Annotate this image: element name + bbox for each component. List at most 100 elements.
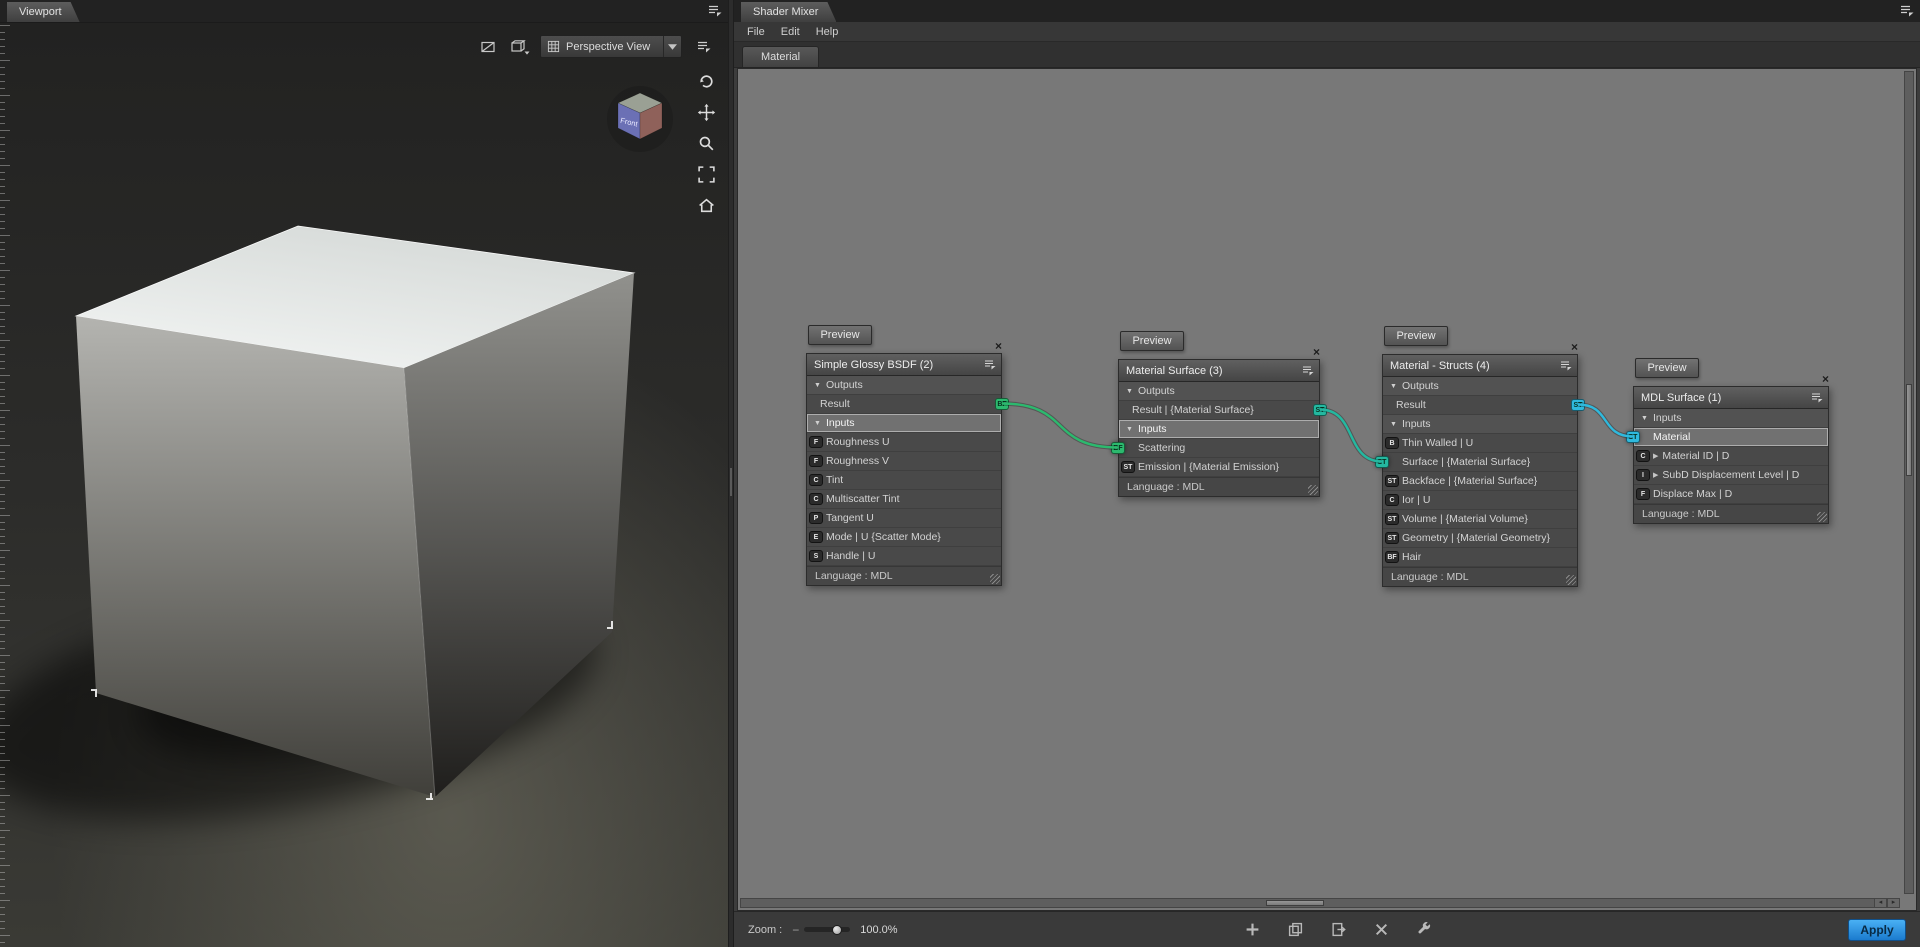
port-type-badge[interactable]: ST [1385, 475, 1399, 487]
node-menu-icon[interactable] [1811, 392, 1823, 403]
horizontal-scrollbar-handle[interactable] [1266, 900, 1325, 906]
node-connection-wire[interactable] [1319, 408, 1383, 463]
node-title-bar[interactable]: Material - Structs (4) [1383, 355, 1577, 377]
orbit-tool-button[interactable] [693, 69, 719, 93]
node-menu-icon[interactable] [984, 359, 996, 370]
node-port-row[interactable]: C Multiscatter Tint [807, 490, 1001, 509]
port-type-badge[interactable]: I [1636, 469, 1650, 481]
node-port-row[interactable]: C Tint [807, 471, 1001, 490]
frame-tool-button[interactable] [693, 162, 719, 186]
node-port-row[interactable]: ST Backface | {Material Surface} [1383, 472, 1577, 491]
node-menu-icon[interactable] [1560, 360, 1572, 371]
node-section-row[interactable]: ▼ Inputs [1119, 420, 1319, 439]
node-title-bar[interactable]: MDL Surface (1) [1634, 387, 1828, 409]
node-section-row[interactable]: ▼ Inputs [1383, 415, 1577, 434]
vertical-scrollbar[interactable] [1904, 71, 1914, 894]
node-tools-button[interactable] [1416, 921, 1434, 939]
menu-file[interactable]: File [739, 24, 773, 40]
shader-node[interactable]: × Simple Glossy BSDF (2) ▼ Outputs BF Result ▼… [806, 340, 1009, 586]
horizontal-scrollbar[interactable] [740, 898, 1884, 908]
port-type-badge[interactable]: S [809, 550, 823, 562]
port-type-badge[interactable]: F [809, 436, 823, 448]
port-type-badge[interactable]: BF [1111, 442, 1125, 454]
panel-splitter[interactable] [728, 0, 734, 947]
node-port-row[interactable]: C ▶ Material ID | D [1634, 447, 1828, 466]
preview-button[interactable]: Preview [808, 325, 872, 345]
close-node-icon[interactable]: × [1571, 341, 1578, 353]
node-port-row[interactable]: ST Surface | {Material Surface} [1375, 453, 1577, 472]
port-type-badge[interactable]: P [809, 512, 823, 524]
node-connection-wire[interactable] [1577, 403, 1634, 438]
port-type-badge[interactable]: C [809, 493, 823, 505]
shader-node[interactable]: × Material - Structs (4) ▼ Outputs ST Result ▼… [1375, 341, 1585, 587]
node-port-row[interactable]: BF Hair [1383, 548, 1577, 567]
node-port-row[interactable]: ST Result [1383, 396, 1585, 415]
delete-node-button[interactable] [1373, 921, 1391, 939]
node-port-row[interactable]: BF Result [807, 395, 1009, 414]
node-section-row[interactable]: ▼ Outputs [1383, 377, 1577, 396]
node-section-row[interactable]: ▼ Inputs [1634, 409, 1828, 428]
menu-help[interactable]: Help [808, 24, 847, 40]
node-menu-icon[interactable] [1302, 365, 1314, 376]
port-type-badge[interactable]: F [1636, 488, 1650, 500]
expander-icon[interactable]: ▶ [1653, 471, 1658, 479]
menu-edit[interactable]: Edit [773, 24, 808, 40]
zoom-slider-knob[interactable] [832, 924, 843, 935]
apply-button[interactable]: Apply [1848, 918, 1906, 941]
port-type-badge[interactable]: ST [1385, 513, 1399, 525]
node-title-bar[interactable]: Material Surface (3) [1119, 360, 1319, 382]
port-type-badge[interactable]: ST [1626, 431, 1640, 443]
viewport-tab[interactable]: Viewport [7, 2, 80, 22]
node-section-row[interactable]: ▼ Inputs [807, 414, 1001, 433]
port-type-badge[interactable]: ST [1375, 456, 1389, 468]
close-node-icon[interactable]: × [995, 340, 1002, 352]
shader-mixer-tab[interactable]: Shader Mixer [741, 2, 836, 22]
panel-menu-icon[interactable] [1900, 4, 1914, 17]
resize-grip-icon[interactable] [1566, 575, 1576, 585]
zoom-tool-button[interactable] [693, 131, 719, 155]
node-section-row[interactable]: ▼ Outputs [807, 376, 1001, 395]
port-type-badge[interactable]: ST [1571, 399, 1585, 411]
node-port-row[interactable]: BF Scattering [1111, 439, 1319, 458]
node-port-row[interactable]: ST Emission | {Material Emission} [1119, 458, 1319, 477]
shader-node[interactable]: × MDL Surface (1) ▼ Inputs ST Material C ▶ Mater… [1626, 373, 1829, 524]
pan-tool-button[interactable] [693, 100, 719, 124]
port-type-badge[interactable]: B [1385, 437, 1399, 449]
node-port-row[interactable]: F Roughness V [807, 452, 1001, 471]
port-type-badge[interactable]: BF [995, 398, 1009, 410]
port-type-badge[interactable]: ST [1385, 532, 1399, 544]
zoom-slider[interactable] [804, 924, 851, 935]
node-port-row[interactable]: E Mode | U {Scatter Mode} [807, 528, 1001, 547]
camera-view-dropdown[interactable]: Perspective View [540, 35, 682, 58]
node-port-row[interactable]: P Tangent U [807, 509, 1001, 528]
scroll-left-button[interactable]: ◂ [1874, 898, 1887, 908]
resize-grip-icon[interactable] [1308, 485, 1318, 495]
node-section-row[interactable]: ▼ Outputs [1119, 382, 1319, 401]
viewport-options-menu-icon[interactable] [692, 36, 716, 58]
expander-icon[interactable]: ▶ [1653, 452, 1658, 460]
close-node-icon[interactable]: × [1313, 346, 1320, 358]
node-port-row[interactable]: S Handle | U [807, 547, 1001, 566]
node-title-bar[interactable]: Simple Glossy BSDF (2) [807, 354, 1001, 376]
scroll-right-button[interactable]: ▸ [1887, 898, 1900, 908]
port-type-badge[interactable]: ST [1121, 461, 1135, 473]
node-port-row[interactable]: C Ior | U [1383, 491, 1577, 510]
viewport-canvas[interactable]: Perspective View Front [0, 22, 728, 947]
node-port-row[interactable]: F Displace Max | D [1634, 485, 1828, 504]
port-type-badge[interactable]: ST [1313, 404, 1327, 416]
node-connection-wire[interactable] [1001, 402, 1119, 449]
node-port-row[interactable]: F Roughness U [807, 433, 1001, 452]
preview-button[interactable]: Preview [1120, 331, 1184, 351]
preview-button[interactable]: Preview [1635, 358, 1699, 378]
port-type-badge[interactable]: E [809, 531, 823, 543]
tab-material[interactable]: Material [742, 46, 820, 67]
shader-node[interactable]: × Material Surface (3) ▼ Outputs ST Result | … [1111, 346, 1327, 497]
aspect-frame-icon[interactable] [476, 36, 500, 58]
node-canvas[interactable]: ◂ ▸ Preview × Simple Glossy BSDF (2) ▼ Outpu… [737, 68, 1917, 911]
draw-style-icon[interactable] [508, 36, 532, 58]
duplicate-node-button[interactable] [1287, 921, 1305, 939]
panel-menu-icon[interactable] [708, 4, 722, 17]
node-port-row[interactable]: ST Geometry | {Material Geometry} [1383, 529, 1577, 548]
node-port-row[interactable]: ST Result | {Material Surface} [1119, 401, 1327, 420]
preview-button[interactable]: Preview [1384, 326, 1448, 346]
